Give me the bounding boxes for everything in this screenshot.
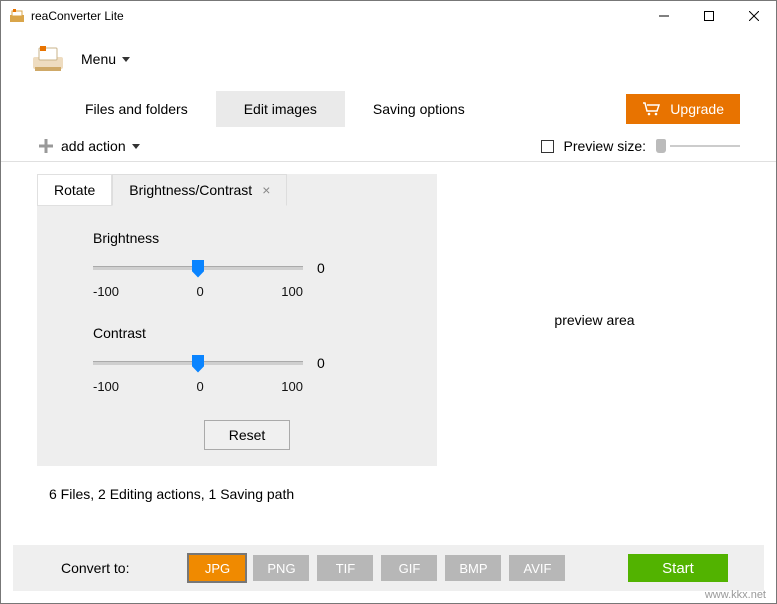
- panel-tab-rotate[interactable]: Rotate: [37, 174, 112, 206]
- contrast-slider-thumb[interactable]: [192, 355, 204, 373]
- brightness-slider-thumb[interactable]: [192, 260, 204, 278]
- panel-body: Brightness 0 -100 0 100 Contrast: [37, 206, 437, 466]
- caret-down-icon: [132, 144, 140, 149]
- preview-size-label: Preview size:: [564, 138, 646, 154]
- app-icon: [9, 8, 25, 24]
- content-area: Rotate Brightness/Contrast × Brightness …: [1, 161, 776, 466]
- format-png[interactable]: PNG: [253, 555, 309, 581]
- minimize-button[interactable]: [641, 1, 686, 31]
- contrast-slider[interactable]: [93, 361, 303, 365]
- edit-panel-tabs: Rotate Brightness/Contrast ×: [37, 174, 437, 206]
- title-bar: reaConverter Lite: [1, 1, 776, 31]
- contrast-label: Contrast: [93, 325, 401, 341]
- preview-size-checkbox[interactable]: [541, 140, 554, 153]
- format-buttons: JPG PNG TIF GIF BMP AVIF: [189, 555, 565, 581]
- printer-icon: [31, 45, 65, 73]
- window-controls: [641, 1, 776, 31]
- add-action-button[interactable]: add action: [37, 137, 140, 155]
- preview-size-slider[interactable]: [656, 139, 740, 153]
- format-bmp[interactable]: BMP: [445, 555, 501, 581]
- close-icon[interactable]: ×: [262, 182, 270, 198]
- tick-mid: 0: [197, 284, 204, 299]
- tick-max: 100: [281, 379, 303, 394]
- tick-min: -100: [93, 284, 119, 299]
- edit-panel: Rotate Brightness/Contrast × Brightness …: [37, 174, 437, 466]
- bottom-bar: Convert to: JPG PNG TIF GIF BMP AVIF Sta…: [13, 545, 764, 591]
- main-tabs-row: Files and folders Edit images Saving opt…: [1, 87, 776, 131]
- format-tif[interactable]: TIF: [317, 555, 373, 581]
- status-line: 6 Files, 2 Editing actions, 1 Saving pat…: [1, 466, 776, 512]
- upgrade-button[interactable]: Upgrade: [626, 94, 740, 124]
- format-jpg[interactable]: JPG: [189, 555, 245, 581]
- brightness-value: 0: [317, 260, 341, 276]
- tab-edit-images[interactable]: Edit images: [216, 91, 345, 127]
- brightness-group: Brightness 0 -100 0 100: [93, 230, 401, 299]
- panel-tab-rotate-label: Rotate: [54, 182, 95, 198]
- brightness-ticks: -100 0 100: [93, 284, 303, 299]
- slider-track: [670, 145, 740, 147]
- tick-mid: 0: [197, 379, 204, 394]
- tick-max: 100: [281, 284, 303, 299]
- menu-button[interactable]: Menu: [81, 51, 130, 67]
- plus-icon: [37, 137, 55, 155]
- convert-to-label: Convert to:: [61, 560, 129, 576]
- cart-icon: [642, 102, 660, 116]
- preview-placeholder: preview area: [554, 312, 634, 328]
- window-title: reaConverter Lite: [31, 9, 124, 23]
- brightness-label: Brightness: [93, 230, 401, 246]
- start-button[interactable]: Start: [628, 554, 728, 582]
- reset-button[interactable]: Reset: [204, 420, 291, 450]
- add-action-label: add action: [61, 138, 126, 154]
- caret-down-icon: [122, 57, 130, 62]
- maximize-button[interactable]: [686, 1, 731, 31]
- contrast-ticks: -100 0 100: [93, 379, 303, 394]
- upgrade-label: Upgrade: [670, 101, 724, 117]
- panel-tab-brightness-contrast[interactable]: Brightness/Contrast ×: [112, 174, 287, 206]
- preview-area: preview area: [449, 174, 740, 466]
- format-gif[interactable]: GIF: [381, 555, 437, 581]
- contrast-slider-row: 0: [93, 355, 401, 371]
- tab-saving-options[interactable]: Saving options: [345, 91, 493, 127]
- format-avif[interactable]: AVIF: [509, 555, 565, 581]
- tab-files-and-folders[interactable]: Files and folders: [57, 91, 216, 127]
- tick-min: -100: [93, 379, 119, 394]
- panel-tab-bc-label: Brightness/Contrast: [129, 182, 252, 198]
- brightness-slider-row: 0: [93, 260, 401, 276]
- menu-bar: Menu: [1, 31, 776, 87]
- toolbar-right: Preview size:: [541, 138, 740, 154]
- brightness-slider[interactable]: [93, 266, 303, 270]
- toolbar-row: add action Preview size:: [1, 131, 776, 161]
- slider-thumb-icon: [656, 139, 666, 153]
- close-button[interactable]: [731, 1, 776, 31]
- contrast-value: 0: [317, 355, 341, 371]
- menu-label-text: Menu: [81, 51, 116, 67]
- title-bar-left: reaConverter Lite: [9, 8, 124, 24]
- watermark: www.kkx.net: [705, 589, 766, 601]
- contrast-group: Contrast 0 -100 0 100: [93, 325, 401, 394]
